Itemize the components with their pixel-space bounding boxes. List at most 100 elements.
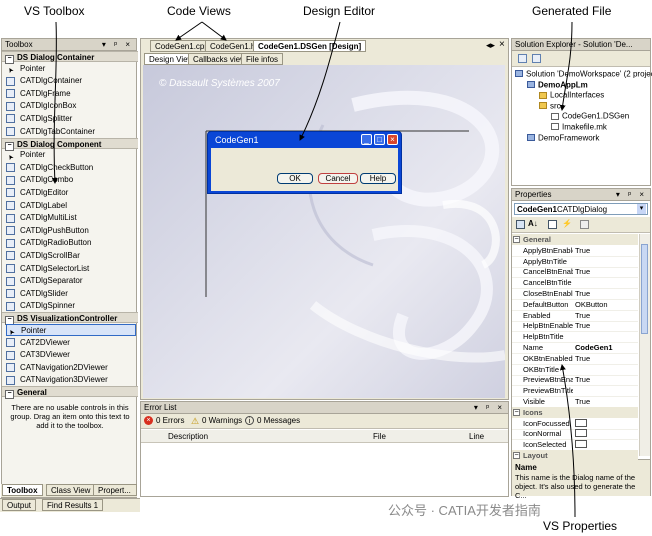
toolbox-title-buttons[interactable]: ▾ ᵖ × [102,39,133,51]
close-icon[interactable]: × [387,134,398,145]
toolbox-item[interactable]: CATDlgScrollBar [6,250,136,262]
toolbox-item[interactable]: CATNavigation2DViewer [6,362,136,374]
toolbox-group-header[interactable]: − DS Dialog Component [2,137,138,151]
property-name: CancelBtnTitle [523,278,572,288]
tab-codegen-design[interactable]: CodeGen1.DSGen [Design] [253,40,367,52]
toolbox-item[interactable]: CATNavigation3DViewer [6,374,136,386]
toolbox-item[interactable]: CATDlgTabContainer [6,126,136,138]
warnings-filter[interactable]: 0 Warnings [202,416,242,425]
toolbox-item[interactable]: CATDlgCombo [6,174,136,186]
toolbox-item[interactable]: CATDlgFrame [6,88,136,100]
property-name: OKBtnEnabled [523,353,573,363]
toolbox-group-header[interactable]: − General [2,386,138,400]
toolbox-item[interactable]: CATDlgCheckButton [6,162,136,174]
tree-item[interactable]: Imakefile.mk [551,121,607,132]
property-value[interactable]: OKButton [575,299,637,310]
tab-class-view[interactable]: Class View [46,484,96,496]
toolbox-item[interactable]: CATDlgSplitter [6,113,136,125]
editor-close-icon[interactable]: × [499,39,505,50]
collapse-icon[interactable]: − [513,408,520,416]
toolbox-item[interactable]: CATDlgMultiList [6,212,136,224]
property-value[interactable]: True [575,353,637,364]
toolbox-item[interactable]: CAT3DViewer [6,349,136,361]
error-list-title-buttons[interactable]: ▾ ᵖ × [474,402,505,414]
tree-item[interactable]: src [539,100,561,111]
dassault-watermark: © Dassault Systèmes 2007 [159,78,280,89]
toolbox-item[interactable]: CATDlgSelectorList [6,263,136,275]
design-canvas[interactable]: © Dassault Systèmes 2007 [143,65,505,398]
tree-item[interactable]: Solution 'DemoWorkspace' (2 projects) [515,68,652,79]
tree-item-label: DemoFramework [538,132,600,142]
property-section-header[interactable]: − Icons [512,406,638,418]
property-value[interactable]: True [575,396,637,407]
properties-icon[interactable] [518,54,527,63]
icon-placeholder-box[interactable] [575,440,587,449]
collapse-icon[interactable]: − [513,236,520,243]
tab-toolbox[interactable]: Toolbox [2,484,43,496]
property-value[interactable]: True [575,288,637,299]
tab-find-results[interactable]: Find Results 1 [42,499,104,511]
toolbox-item[interactable]: CATDlgLabel [6,200,136,212]
show-all-files-icon[interactable] [532,54,541,63]
toolbox-item[interactable]: CATDlgIconBox [6,100,136,112]
toolbox-group-header[interactable]: − DS Dialog Container [2,51,138,64]
property-value[interactable]: True [575,320,637,331]
minimize-icon[interactable]: _ [361,134,372,145]
tab-properties-short[interactable]: Propert... [93,484,137,496]
properties-title-bar: Properties ▾ ᵖ × [512,189,650,201]
properties-scrollbar[interactable] [639,234,650,456]
properties-title-buttons[interactable]: ▾ ᵖ × [616,189,647,201]
property-pages-icon[interactable] [580,220,589,229]
property-section-header[interactable]: − Layout [512,450,638,461]
annotation-code-views: Code Views [167,4,231,18]
toolbox-item[interactable]: CATDlgPushButton [6,225,136,237]
toolbox-item[interactable]: ➤ Pointer [6,323,136,337]
icon-placeholder-box[interactable] [575,418,587,427]
tree-item[interactable]: DemoFramework [527,132,599,143]
toolbox-item[interactable]: CATDlgEditor [6,187,136,199]
toolbox-item[interactable]: CATDlgSeparator [6,275,136,287]
column-file[interactable]: File [373,432,386,441]
collapse-icon[interactable]: − [5,390,14,400]
tab-output[interactable]: Output [2,499,37,511]
toolbox-item[interactable]: CATDlgSpinner [6,300,136,312]
toolbox-item[interactable]: CATDlgSlider [6,288,136,300]
maximize-icon[interactable]: □ [374,134,385,145]
column-line[interactable]: Line [469,432,484,441]
errors-filter[interactable]: 0 Errors [156,416,184,425]
property-value[interactable]: True [575,245,637,256]
ok-button[interactable]: OK [277,173,313,184]
property-value[interactable]: True [575,266,637,277]
object-selector-dropdown[interactable]: CodeGen1 CATDlgDialog ▾ [514,203,648,215]
property-value[interactable]: True [575,310,637,321]
alphabetical-icon[interactable]: A↓ [528,219,538,228]
properties-view-icon[interactable] [548,220,557,229]
help-button[interactable]: Help [360,173,396,184]
properties-toolbar: A↓ ⚡ [512,217,650,233]
toolbox-item[interactable]: ➤ Pointer [6,149,136,161]
property-value[interactable]: True [575,374,637,385]
property-section-header[interactable]: − General [512,234,638,245]
collapse-icon[interactable]: − [513,452,520,459]
chevron-down-icon[interactable]: ▾ [637,204,646,214]
tree-item[interactable]: LocalInterfaces [539,89,604,100]
tree-item[interactable]: CodeGen1.DSGen [551,110,629,121]
property-value[interactable]: CodeGen1 [575,342,637,353]
cancel-button[interactable]: Cancel [318,173,358,184]
events-icon[interactable]: ⚡ [562,219,572,228]
scrollbar-thumb[interactable] [641,244,648,334]
icon-placeholder-box[interactable] [575,429,587,438]
toolbox-item[interactable]: CATDlgContainer [6,75,136,87]
tree-item[interactable]: DemoAppLm [527,79,588,90]
designed-dialog[interactable]: CodeGen1 _ □ × OK Cancel Help [207,131,402,194]
toolbox-item[interactable]: ➤ Pointer [6,63,136,75]
toolbox-item[interactable]: CATDlgRadioButton [6,237,136,249]
toolbox-item[interactable]: CAT2DViewer [6,337,136,349]
tab-file-infos[interactable]: File infos [241,53,284,65]
column-description[interactable]: Description [168,432,208,441]
toolbox-group-header[interactable]: − DS VisualizationController [2,312,138,326]
categorized-icon[interactable] [516,220,525,229]
editor-nav-arrows[interactable]: ◂▸ [486,40,495,51]
output-tab-label: Output [7,501,32,510]
messages-filter[interactable]: 0 Messages [257,416,300,425]
